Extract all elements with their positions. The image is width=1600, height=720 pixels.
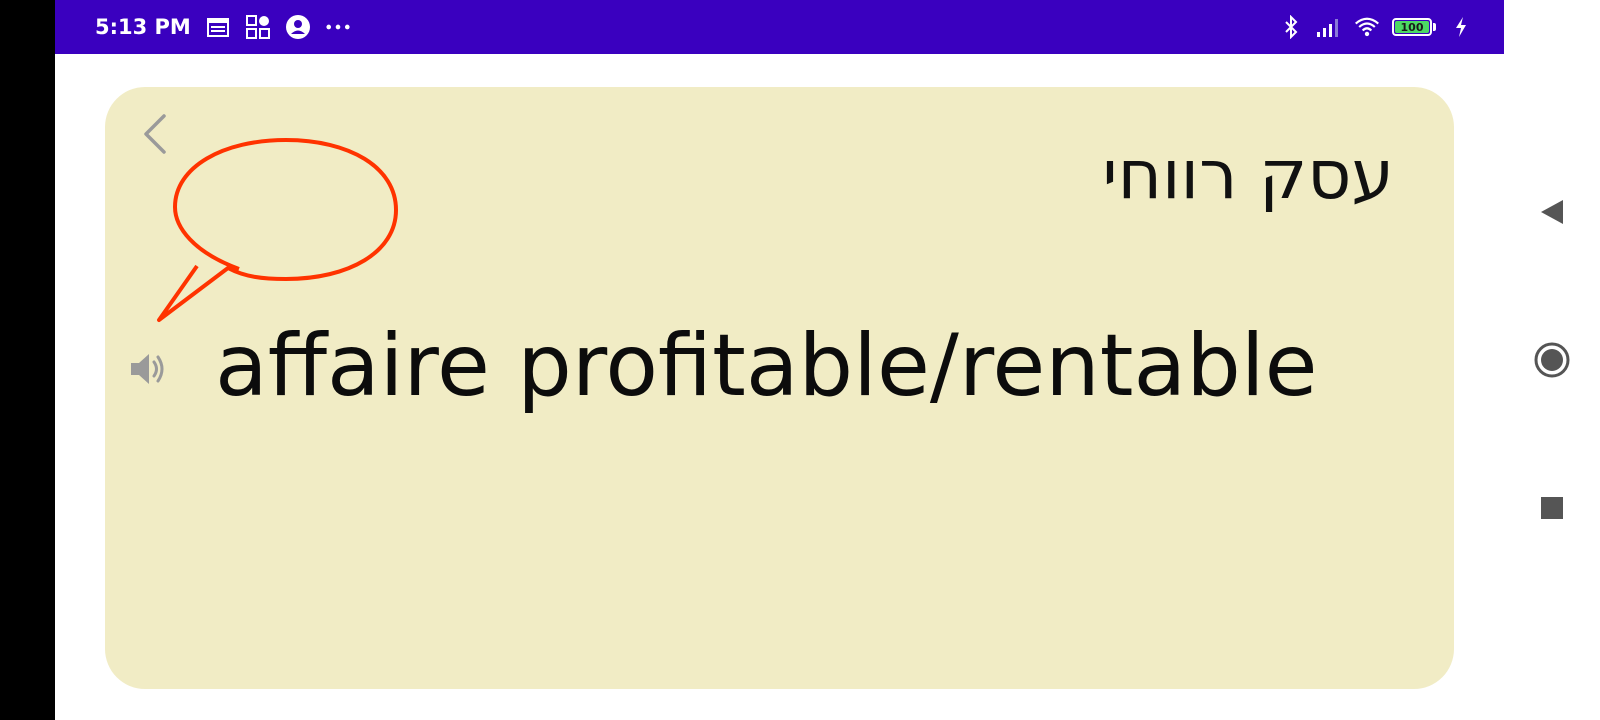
widgets-icon <box>245 14 271 40</box>
nav-back-button[interactable] <box>1530 190 1574 234</box>
signal-icon <box>1316 14 1342 40</box>
status-left-group: 5:13 PM <box>95 0 351 54</box>
bluetooth-icon <box>1278 14 1304 40</box>
battery-body: 100 <box>1392 18 1432 36</box>
calendar-icon <box>205 14 231 40</box>
speaker-icon <box>131 354 164 384</box>
wifi-icon <box>1354 14 1380 40</box>
charging-icon <box>1448 14 1474 40</box>
french-translation: affaire profitable/rentable <box>215 316 1318 416</box>
status-time: 5:13 PM <box>95 15 191 39</box>
speech-bubble-icon[interactable] <box>153 137 403 332</box>
status-right-group: 100 <box>1278 0 1474 54</box>
account-icon <box>285 14 311 40</box>
speaker-button[interactable] <box>125 347 169 391</box>
status-bar: 5:13 PM 100 <box>55 0 1504 54</box>
battery-tip <box>1433 23 1436 31</box>
battery-icon: 100 <box>1392 18 1436 36</box>
nav-recents-button[interactable] <box>1530 486 1574 530</box>
home-circle-icon <box>1534 342 1570 378</box>
left-black-strip <box>0 0 55 720</box>
hebrew-term: עסק רווחי <box>1102 136 1394 215</box>
back-triangle-icon <box>1541 200 1563 224</box>
navigation-bar <box>1504 0 1600 720</box>
nav-home-button[interactable] <box>1530 338 1574 382</box>
battery-level: 100 <box>1395 21 1429 34</box>
more-dots-icon <box>325 14 351 40</box>
flashcard[interactable]: עסק רווחי affaire profitable/rentable <box>105 87 1454 689</box>
recents-square-icon <box>1541 497 1563 519</box>
